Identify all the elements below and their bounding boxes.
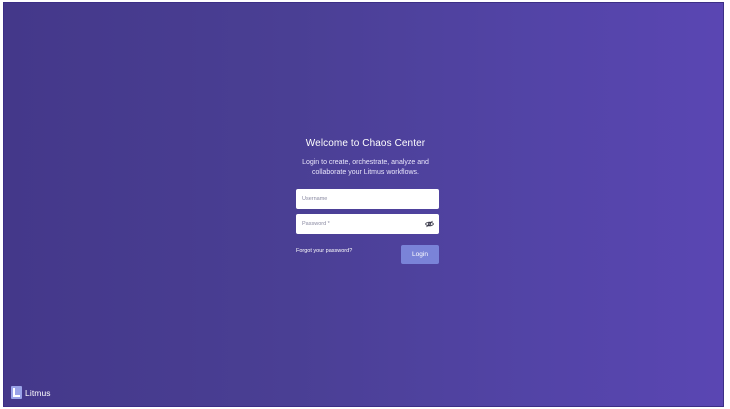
brand: Litmus bbox=[11, 386, 51, 399]
password-placeholder: Password * bbox=[302, 221, 330, 227]
subtitle-line-1: Login to create, orchestrate, analyze an… bbox=[302, 159, 429, 166]
login-page: Welcome to Chaos Center Login to create,… bbox=[3, 2, 724, 407]
login-button[interactable]: Login bbox=[401, 245, 439, 264]
brand-name: Litmus bbox=[25, 387, 51, 398]
password-field[interactable]: Password * bbox=[296, 214, 439, 234]
username-placeholder: Username bbox=[302, 196, 328, 202]
username-field[interactable]: Username bbox=[296, 189, 439, 209]
forgot-password-link[interactable]: Forgot your password? bbox=[296, 248, 352, 254]
litmus-logo-icon bbox=[11, 386, 22, 399]
page-title: Welcome to Chaos Center bbox=[305, 138, 426, 149]
page-subtitle: Login to create, orchestrate, analyze an… bbox=[252, 158, 479, 178]
subtitle-line-2: collaborate your Litmus workflows. bbox=[312, 169, 419, 176]
eye-off-icon[interactable] bbox=[425, 220, 434, 228]
